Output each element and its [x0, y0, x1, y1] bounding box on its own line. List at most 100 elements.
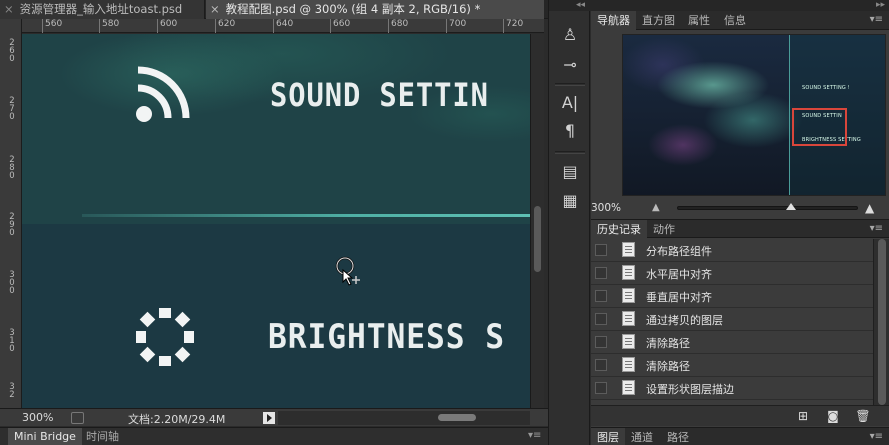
- tab-actions[interactable]: 动作: [647, 220, 681, 239]
- history-state-icon: [622, 265, 635, 280]
- panel-menu-icon[interactable]: ▾≡: [528, 430, 541, 441]
- scrollbar-thumb[interactable]: [878, 239, 886, 405]
- brightness-settings-label: BRIGHTNESS S: [268, 317, 506, 357]
- zoom-in-icon[interactable]: ▲: [865, 201, 874, 215]
- history-item[interactable]: 通过拷贝的图层: [591, 308, 873, 331]
- history-brush-source-checkbox[interactable]: [595, 313, 607, 325]
- ruler-tick: 720: [503, 19, 523, 33]
- tab-info[interactable]: 信息: [718, 11, 752, 30]
- history-item[interactable]: 垂直居中对齐: [591, 285, 873, 308]
- tab-channels[interactable]: 通道: [625, 428, 659, 445]
- ruler-tick: 310: [9, 328, 15, 354]
- history-state-icon: [622, 380, 635, 395]
- tab-properties[interactable]: 属性: [682, 11, 716, 30]
- zoom-level[interactable]: 300%: [22, 411, 53, 424]
- history-item[interactable]: 清除路径: [591, 354, 873, 377]
- divider-line: [82, 214, 530, 217]
- navigator-zoom-value[interactable]: 300%: [591, 202, 621, 214]
- collapse-dock-icon[interactable]: ◂◂: [549, 0, 591, 11]
- panel-menu-icon[interactable]: ▾≡: [870, 431, 883, 442]
- history-brush-source-checkbox[interactable]: [595, 244, 607, 256]
- status-bar: 300% 文档:2.20M/29.4M: [0, 408, 548, 426]
- sound-settings-label: SOUND SETTIN: [270, 76, 489, 114]
- strip-divider: [555, 83, 585, 86]
- scrollbar-thumb[interactable]: [438, 414, 476, 421]
- status-info-icon[interactable]: [71, 412, 84, 424]
- paragraph-icon[interactable]: ¶: [559, 120, 581, 142]
- document-tab-label: 教程配图.psd @ 300% (组 4 副本 2, RGB/16) *: [225, 2, 481, 16]
- layers-tab-bar: 图层 通道 路径 ▾≡: [591, 427, 889, 445]
- history-state-icon: [622, 242, 635, 257]
- history-item[interactable]: 清除路径: [591, 331, 873, 354]
- scrollbar-thumb[interactable]: [534, 206, 541, 272]
- navigator-preview[interactable]: SOUND SETTING ! SOUND SETTIN BRIGHTNESS …: [622, 34, 886, 196]
- panel-dock-strip: ◂◂ ♙ ⊸ A| ¶ ▤ ▦: [548, 0, 591, 445]
- strip-divider: [555, 151, 585, 154]
- panel-menu-icon[interactable]: ▾≡: [870, 14, 883, 25]
- brush-preset-icon[interactable]: ♙: [559, 24, 581, 46]
- zoom-slider-knob[interactable]: [786, 203, 797, 210]
- document-canvas[interactable]: SOUND SETTIN BRIGHTNESS S: [22, 34, 530, 408]
- new-document-from-state-icon[interactable]: ⊞: [795, 409, 811, 423]
- history-item[interactable]: 分布路径组件: [591, 239, 873, 262]
- close-tab-icon[interactable]: ×: [210, 2, 220, 16]
- ruler-tick: 280: [9, 155, 15, 181]
- brush-settings-icon[interactable]: ⊸: [559, 54, 581, 76]
- horizontal-ruler[interactable]: 560 580 600 620 640 660 680 700 720: [22, 19, 544, 33]
- canvas-vertical-scrollbar[interactable]: [530, 34, 544, 408]
- ruler-tick: 640: [273, 19, 293, 33]
- history-scrollbar[interactable]: [873, 239, 889, 405]
- tab-timeline[interactable]: 时间轴: [80, 428, 125, 445]
- trash-icon[interactable]: 🗑: [855, 409, 871, 423]
- preview-label: SOUND SETTING !: [802, 85, 850, 91]
- panel-menu-icon[interactable]: ▾≡: [870, 223, 883, 234]
- zoom-cursor-icon: [335, 256, 360, 286]
- document-tab-bar: × 资源管理器_输入地址toast.psd × 教程配图.psd @ 300% (组…: [0, 0, 548, 19]
- notes-icon[interactable]: ▤: [559, 161, 581, 183]
- history-brush-source-checkbox[interactable]: [595, 336, 607, 348]
- history-item[interactable]: 设置形状图层描边: [591, 377, 873, 400]
- ruler-tick: 680: [388, 19, 408, 33]
- tab-mini-bridge[interactable]: Mini Bridge: [8, 428, 82, 445]
- history-footer: ⊞ ◙ 🗑: [591, 405, 889, 426]
- right-panel-dock: ▸▸ 导航器 直方图 属性 信息 ▾≡ SOUND SETTING ! SOUN…: [591, 0, 889, 445]
- character-icon[interactable]: A|: [559, 92, 581, 114]
- navigator-view-box[interactable]: [792, 108, 847, 146]
- tab-paths[interactable]: 路径: [661, 428, 695, 445]
- tab-history[interactable]: 历史记录: [591, 220, 647, 239]
- history-brush-source-checkbox[interactable]: [595, 290, 607, 302]
- history-state-icon: [622, 311, 635, 326]
- bottom-panel-tabs: Mini Bridge 时间轴 ▾≡: [0, 427, 548, 445]
- history-item[interactable]: 水平居中对齐: [591, 262, 873, 285]
- zoom-slider[interactable]: [677, 206, 858, 210]
- dock-header: ▸▸: [591, 0, 889, 11]
- history-item-label: 设置形状图层描边: [646, 383, 734, 396]
- ruler-tick: 580: [99, 19, 119, 33]
- wifi-sound-icon: [136, 66, 190, 122]
- zoom-out-icon[interactable]: ▲: [652, 202, 660, 213]
- canvas-horizontal-scrollbar[interactable]: [278, 411, 530, 425]
- document-tab-tutorial[interactable]: × 教程配图.psd @ 300% (组 4 副本 2, RGB/16) *: [206, 0, 544, 19]
- history-brush-source-checkbox[interactable]: [595, 359, 607, 371]
- snapshot-camera-icon[interactable]: ◙: [825, 409, 841, 423]
- tab-layers[interactable]: 图层: [591, 428, 625, 445]
- status-menu-arrow-icon[interactable]: [263, 412, 275, 424]
- collapse-panels-icon[interactable]: ▸▸: [876, 0, 885, 10]
- history-item-label: 清除路径: [646, 337, 690, 350]
- document-tab-toast[interactable]: × 资源管理器_输入地址toast.psd: [0, 0, 205, 19]
- ruler-tick: 700: [446, 19, 466, 33]
- close-tab-icon[interactable]: ×: [4, 2, 14, 16]
- history-brush-source-checkbox[interactable]: [595, 382, 607, 394]
- history-state-icon: [622, 288, 635, 303]
- history-brush-source-checkbox[interactable]: [595, 267, 607, 279]
- history-tab-bar: 历史记录 动作 ▾≡: [591, 219, 889, 239]
- tab-navigator[interactable]: 导航器: [591, 11, 636, 30]
- history-item-label: 水平居中对齐: [646, 268, 712, 281]
- history-item-label: 分布路径组件: [646, 245, 712, 258]
- tab-histogram[interactable]: 直方图: [636, 11, 681, 30]
- properties-doc-icon[interactable]: ▦: [559, 190, 581, 212]
- photoshop-window: × 资源管理器_输入地址toast.psd × 教程配图.psd @ 300% (组…: [0, 0, 889, 445]
- ruler-tick: 560: [42, 19, 62, 33]
- ruler-tick: 260: [9, 38, 15, 64]
- vertical-ruler[interactable]: 260 270 280 290 300 310 32: [0, 19, 22, 409]
